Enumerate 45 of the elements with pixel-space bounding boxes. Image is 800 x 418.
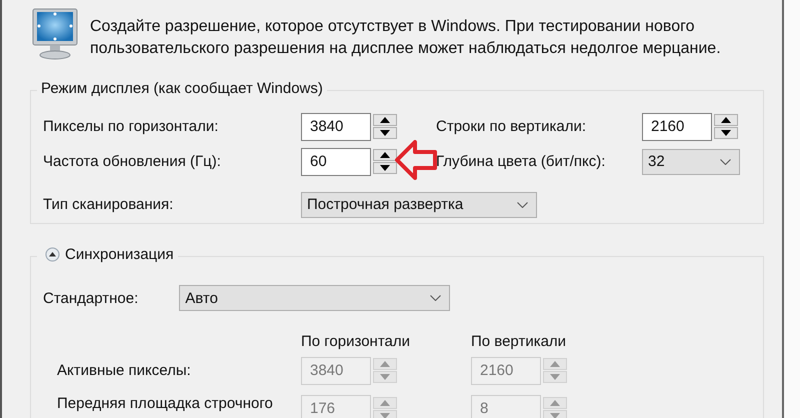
- up-arrow-icon: [380, 400, 390, 406]
- dropdown[interactable]: Построчная развертка: [301, 192, 537, 218]
- field-label: Стандартное:: [43, 290, 138, 306]
- field-label: Глубина цвета (бит/пкс):: [436, 153, 606, 170]
- down-arrow-icon: [550, 412, 560, 418]
- group-title: Синхронизация: [60, 246, 178, 263]
- column-header: По горизонтали: [301, 333, 412, 350]
- down-arrow-icon: [380, 130, 390, 136]
- up-arrow-icon: [550, 361, 560, 367]
- field-label: Тип сканирования:: [43, 196, 174, 213]
- down-arrow-icon: [380, 412, 390, 418]
- field-label: Пикселы по горизонтали:: [43, 118, 220, 135]
- up-arrow-icon: [721, 117, 731, 123]
- chevron-icon: [430, 295, 442, 301]
- field-label: Активные пикселы:: [57, 362, 192, 379]
- number-field[interactable]: 3840: [301, 112, 371, 140]
- description-text: Создайте разрешение, которое отсутствует в Windows. При тестировании нового пользовательского разрешения на дисплее может наблюдаться недолгое мерцание.: [90, 17, 722, 59]
- chevron-icon: [720, 158, 731, 164]
- column-header: По вертикали: [471, 333, 568, 350]
- field-label: Строки по вертикали:: [436, 118, 588, 135]
- dropdown[interactable]: 32: [642, 148, 740, 174]
- field-label: Частота обновления (Гц):: [43, 153, 222, 170]
- spin-down-button[interactable]: [373, 162, 397, 174]
- monitor-icon: [32, 8, 78, 60]
- spin-up-button[interactable]: [714, 114, 738, 126]
- down-arrow-icon: [721, 130, 731, 136]
- up-arrow-icon: [380, 361, 390, 367]
- number-field[interactable]: 60: [301, 148, 371, 176]
- arrow-drawing: [395, 140, 437, 180]
- up-arrow-icon: [550, 400, 560, 406]
- number-field[interactable]: 2160: [642, 112, 712, 140]
- spin-down-button[interactable]: [714, 127, 738, 139]
- down-arrow-icon: [380, 374, 390, 380]
- down-arrow-icon: [550, 374, 560, 380]
- up-arrow-icon: [380, 117, 390, 123]
- group-title: Режим дисплея (как сообщает Windows): [37, 80, 327, 97]
- spin-up-button[interactable]: [373, 114, 397, 126]
- spin-up-button[interactable]: [373, 149, 397, 161]
- down-arrow-icon: [380, 165, 390, 171]
- collapse-icon[interactable]: [37, 247, 60, 262]
- spin-down-button[interactable]: [373, 127, 397, 139]
- chevron-icon: [517, 202, 528, 208]
- up-arrow-icon: [380, 152, 390, 158]
- dropdown[interactable]: Авто: [179, 285, 450, 311]
- field-label: Передняя площадка строчного: [57, 395, 274, 412]
